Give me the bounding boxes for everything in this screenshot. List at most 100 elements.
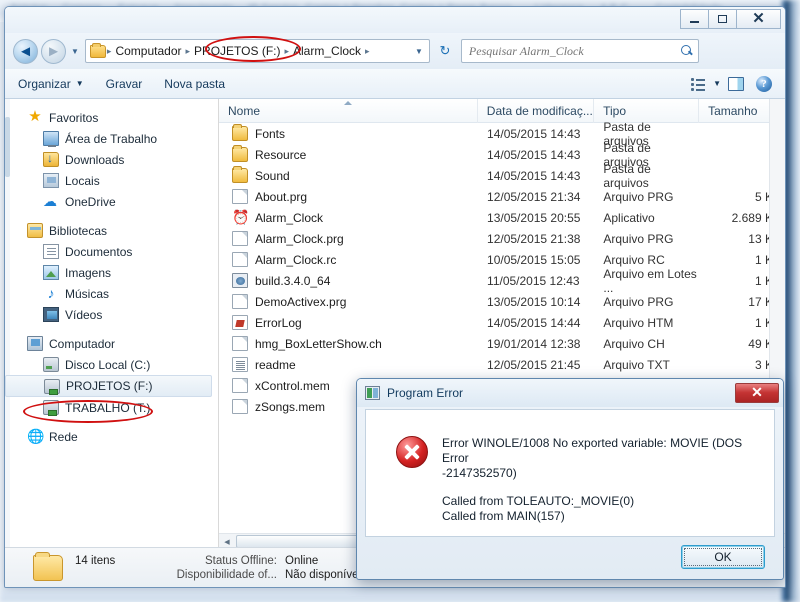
file-icon bbox=[232, 378, 248, 393]
new-folder-button[interactable]: Nova pasta bbox=[155, 73, 234, 95]
help-icon: ? bbox=[756, 76, 772, 92]
breadcrumb-item-projetos[interactable]: PROJETOS (F:) bbox=[191, 44, 283, 58]
library-icon bbox=[27, 223, 43, 238]
table-row[interactable]: About.prg12/05/2015 21:34Arquivo PRG5 KB bbox=[219, 186, 785, 207]
dialog-close-button[interactable]: ✕ bbox=[735, 383, 779, 403]
file-name-cell: Alarm_Clock.rc bbox=[219, 252, 478, 267]
minimize-icon bbox=[690, 21, 699, 23]
error-message-line-4: Called from MAIN(157) bbox=[442, 509, 760, 524]
availability-label: Disponibilidade of... bbox=[157, 569, 285, 581]
column-label: Nome bbox=[228, 104, 260, 118]
status-line-items: 14 itens Status Offline: Online bbox=[75, 555, 361, 567]
file-name-cell: hmg_BoxLetterShow.ch bbox=[219, 336, 478, 351]
sidebar-item-onedrive[interactable]: ☁ OneDrive bbox=[5, 191, 218, 212]
sidebar-label: Vídeos bbox=[65, 308, 102, 322]
application-icon bbox=[365, 386, 380, 400]
file-date: 13/05/2015 20:55 bbox=[478, 211, 594, 225]
file-type: Pasta de arquivos bbox=[594, 162, 699, 190]
error-message-line-3: Called from TOLEAUTO:_MOVIE(0) bbox=[442, 494, 760, 509]
sidebar-item-bibliotecas[interactable]: Bibliotecas bbox=[5, 220, 218, 241]
breadcrumb-item-alarm-clock[interactable]: Alarm_Clock bbox=[290, 44, 364, 58]
preview-pane-button[interactable] bbox=[723, 73, 749, 95]
sidebar-item-locais[interactable]: Locais bbox=[5, 170, 218, 191]
file-type: Arquivo PRG bbox=[594, 232, 699, 246]
file-date: 14/05/2015 14:44 bbox=[478, 316, 594, 330]
help-button[interactable]: ? bbox=[751, 73, 777, 95]
back-button[interactable]: ◄ bbox=[13, 39, 38, 64]
sidebar-item-musicas[interactable]: ♪ Músicas bbox=[5, 283, 218, 304]
file-name: Resource bbox=[255, 148, 306, 162]
sidebar-item-videos[interactable]: Vídeos bbox=[5, 304, 218, 325]
dialog-title-bar: Program Error ✕ bbox=[357, 379, 783, 407]
sidebar-item-projetos-f[interactable]: PROJETOS (F:) bbox=[5, 375, 212, 397]
sidebar-item-trabalho-t[interactable]: TRABALHO (T:) bbox=[5, 397, 218, 418]
nav-group-bibliotecas: Bibliotecas Documentos Imagens ♪ Músicas… bbox=[5, 220, 218, 325]
breadcrumb[interactable]: ▸ Computador ▸ PROJETOS (F:) ▸ Alarm_Clo… bbox=[85, 39, 430, 63]
maximize-button[interactable] bbox=[708, 9, 737, 29]
star-icon: ★ bbox=[27, 110, 43, 125]
organize-menu-button[interactable]: Organizar ▼ bbox=[9, 73, 93, 95]
file-date: 12/05/2015 21:38 bbox=[478, 232, 594, 246]
maximize-icon bbox=[718, 15, 727, 23]
nav-group-favoritos: ★ Favoritos Área de Trabalho Downloads L… bbox=[5, 107, 218, 212]
file-type: Arquivo em Lotes ... bbox=[594, 267, 699, 295]
table-row[interactable]: readme12/05/2015 21:45Arquivo TXT3 KB bbox=[219, 354, 785, 375]
file-name: readme bbox=[255, 358, 296, 372]
folder-icon bbox=[232, 147, 248, 162]
table-row[interactable]: Alarm_Clock.prg12/05/2015 21:38Arquivo P… bbox=[219, 228, 785, 249]
table-row[interactable]: ErrorLog14/05/2015 14:44Arquivo HTM1 KB bbox=[219, 312, 785, 333]
table-row[interactable]: Resource14/05/2015 14:43Pasta de arquivo… bbox=[219, 144, 785, 165]
close-button[interactable]: ✕ bbox=[736, 9, 781, 29]
column-header-tipo[interactable]: Tipo bbox=[594, 99, 699, 123]
file-date: 14/05/2015 14:43 bbox=[478, 169, 594, 183]
file-list-column-headers: Nome Data de modificaç... Tipo Tamanho bbox=[219, 99, 785, 123]
search-box[interactable] bbox=[461, 39, 699, 63]
table-row[interactable]: hmg_BoxLetterShow.ch19/01/2014 12:38Arqu… bbox=[219, 333, 785, 354]
file-date: 14/05/2015 14:43 bbox=[478, 127, 594, 141]
ok-button[interactable]: OK bbox=[681, 545, 765, 569]
sidebar-item-disco-local-c[interactable]: Disco Local (C:) bbox=[5, 354, 218, 375]
sidebar-label: Downloads bbox=[65, 153, 124, 167]
sidebar-item-computador[interactable]: Computador bbox=[5, 333, 218, 354]
refresh-icon: ↻ bbox=[439, 43, 450, 59]
table-row[interactable]: Sound14/05/2015 14:43Pasta de arquivos bbox=[219, 165, 785, 186]
minimize-button[interactable] bbox=[680, 9, 709, 29]
table-row[interactable]: Alarm_Clock.rc10/05/2015 15:05Arquivo RC… bbox=[219, 249, 785, 270]
dialog-content: Error WINOLE/1008 No exported variable: … bbox=[365, 409, 775, 537]
column-header-data-modificacao[interactable]: Data de modificaç... bbox=[478, 99, 594, 123]
burn-button[interactable]: Gravar bbox=[97, 73, 152, 95]
music-icon: ♪ bbox=[43, 286, 59, 301]
view-dropdown-caret-icon[interactable]: ▼ bbox=[713, 79, 721, 88]
table-row[interactable]: Fonts14/05/2015 14:43Pasta de arquivos bbox=[219, 123, 785, 144]
sidebar-item-favoritos[interactable]: ★ Favoritos bbox=[5, 107, 218, 128]
sidebar-item-downloads[interactable]: Downloads bbox=[5, 149, 218, 170]
file-icon bbox=[232, 399, 248, 414]
forward-button[interactable]: ► bbox=[41, 39, 66, 64]
change-view-button[interactable] bbox=[685, 73, 711, 95]
table-row[interactable]: DemoActivex.prg13/05/2015 10:14Arquivo P… bbox=[219, 291, 785, 312]
view-list-icon bbox=[691, 78, 705, 90]
nav-group-computador: Computador Disco Local (C:) PROJETOS (F:… bbox=[5, 333, 218, 418]
refresh-button[interactable]: ↻ bbox=[434, 40, 456, 62]
table-row[interactable]: build.3.4.0_6411/05/2015 12:43Arquivo em… bbox=[219, 270, 785, 291]
search-input[interactable] bbox=[467, 43, 681, 60]
sidebar-item-documentos[interactable]: Documentos bbox=[5, 241, 218, 262]
batch-file-icon bbox=[232, 273, 248, 288]
sidebar-item-area-de-trabalho[interactable]: Área de Trabalho bbox=[5, 128, 218, 149]
sidebar-item-rede[interactable]: 🌐 Rede bbox=[5, 426, 218, 447]
file-name-cell: readme bbox=[219, 357, 478, 372]
column-header-nome[interactable]: Nome bbox=[219, 99, 478, 123]
file-name-cell: ⏰Alarm_Clock bbox=[219, 210, 478, 225]
file-type: Arquivo PRG bbox=[594, 190, 699, 204]
table-row[interactable]: ⏰Alarm_Clock13/05/2015 20:55Aplicativo2.… bbox=[219, 207, 785, 228]
toolbar-right-group: ▼ ? bbox=[685, 73, 785, 95]
status-text-group: 14 itens Status Offline: Online Disponib… bbox=[75, 555, 361, 581]
sidebar-label: Disco Local (C:) bbox=[65, 358, 150, 372]
file-type: Arquivo TXT bbox=[594, 358, 699, 372]
breadcrumb-dropdown-icon[interactable]: ▼ bbox=[415, 47, 427, 56]
recent-locations-caret-icon[interactable]: ▼ bbox=[71, 47, 79, 56]
breadcrumb-item-computador[interactable]: Computador bbox=[112, 44, 184, 58]
error-message: Error WINOLE/1008 No exported variable: … bbox=[442, 432, 760, 536]
file-date: 12/05/2015 21:34 bbox=[478, 190, 594, 204]
sidebar-item-imagens[interactable]: Imagens bbox=[5, 262, 218, 283]
